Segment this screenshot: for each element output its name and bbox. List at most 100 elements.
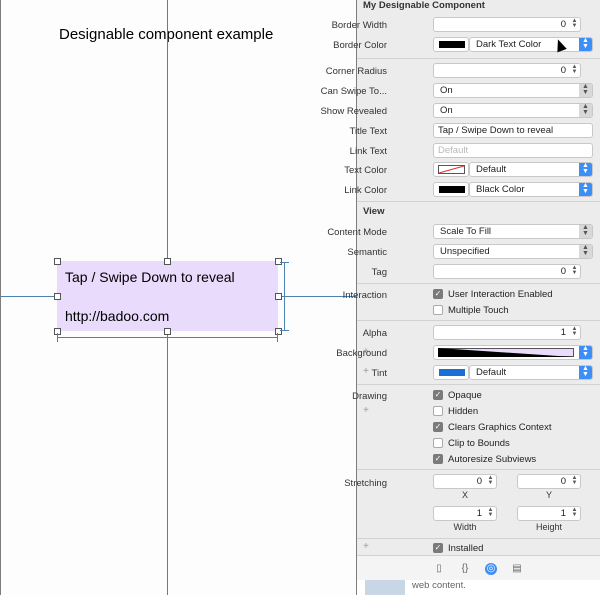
resize-handle-bottom[interactable]: [164, 328, 171, 335]
tint-value: Default: [476, 367, 507, 378]
text-color-swatch[interactable]: [433, 162, 469, 177]
link-color-swatch[interactable]: [433, 182, 469, 197]
border-width-label: Border Width: [331, 20, 387, 31]
stretching-width-stepper[interactable]: ▲ ▼: [486, 507, 495, 519]
content-mode-popup[interactable]: Scale To Fill ▲ ▼: [433, 224, 593, 239]
stretching-x-stepper[interactable]: ▲ ▼: [486, 475, 495, 487]
resize-handle-right[interactable]: [275, 293, 282, 300]
multiple-touch-checkbox[interactable]: [433, 305, 443, 315]
autoresize-checkbox[interactable]: ✓: [433, 454, 443, 464]
media-library-icon[interactable]: ▤: [511, 563, 523, 575]
library-item-row[interactable]: web content.: [357, 580, 600, 595]
alpha-stepper[interactable]: ▲ ▼: [570, 326, 579, 338]
hidden-label: Hidden: [448, 406, 479, 417]
link-text-field[interactable]: Default: [433, 143, 593, 158]
can-swipe-label: Can Swipe To...: [320, 86, 387, 97]
stretching-height-stepper[interactable]: ▲ ▼: [570, 507, 579, 519]
stretching-width-field[interactable]: 1 ▲ ▼: [433, 506, 497, 521]
stretching-height-caption: Height: [535, 522, 562, 532]
link-text-placeholder: Default: [438, 145, 469, 156]
hidden-checkbox[interactable]: [433, 406, 443, 416]
view-section-title: View: [363, 206, 385, 217]
show-revealed-value: On: [440, 105, 453, 116]
can-swipe-popup[interactable]: On ▲ ▼: [433, 83, 593, 98]
resize-handle-left[interactable]: [54, 293, 61, 300]
border-width-value: 0: [560, 19, 566, 30]
alpha-field[interactable]: 1 ▲ ▼: [433, 325, 581, 340]
text-color-label: Text Color: [344, 165, 387, 176]
border-color-popup[interactable]: Dark Text Color ▲ ▼: [469, 37, 593, 52]
divider: [357, 201, 600, 202]
file-template-icon[interactable]: ▯: [433, 563, 445, 575]
stretching-y-field[interactable]: 0 ▲ ▼: [517, 474, 581, 489]
chevron-updown-icon: ▲ ▼: [579, 224, 592, 238]
webview-thumbnail-icon: [365, 580, 405, 595]
multiple-touch-label: Multiple Touch: [448, 305, 509, 316]
chevron-updown-icon: ▲ ▼: [579, 37, 592, 51]
resize-handle-top-left[interactable]: [54, 258, 61, 265]
background-color-swatch: [438, 348, 574, 357]
clears-context-checkbox[interactable]: ✓: [433, 422, 443, 432]
content-mode-label: Content Mode: [327, 227, 387, 238]
opaque-checkbox[interactable]: ✓: [433, 390, 443, 400]
border-color-swatch[interactable]: [433, 37, 469, 52]
installed-checkbox[interactable]: ✓: [433, 543, 443, 553]
tint-popup[interactable]: Default ▲ ▼: [469, 365, 593, 380]
corner-radius-value: 0: [560, 65, 566, 76]
semantic-label: Semantic: [347, 247, 387, 258]
component-link-text: http://badoo.com: [65, 308, 170, 324]
library-item-description: web content.: [412, 580, 466, 591]
border-color-value: Dark Text Color: [476, 39, 542, 50]
stretching-height-field[interactable]: 1 ▲ ▼: [517, 506, 581, 521]
stretching-y-value: 0: [560, 476, 566, 487]
show-revealed-popup[interactable]: On ▲ ▼: [433, 103, 593, 118]
border-width-field[interactable]: 0 ▲ ▼: [433, 17, 581, 32]
link-text-label: Link Text: [349, 146, 387, 157]
plus-icon[interactable]: +: [363, 366, 369, 377]
background-label: Background: [336, 348, 387, 359]
plus-icon[interactable]: +: [363, 405, 369, 416]
corner-radius-stepper[interactable]: ▲ ▼: [570, 64, 579, 76]
stretching-label: Stretching: [344, 478, 387, 489]
tint-swatch[interactable]: [433, 365, 469, 380]
chevron-updown-icon: ▲ ▼: [579, 345, 592, 359]
tag-field[interactable]: 0 ▲ ▼: [433, 264, 581, 279]
clip-bounds-checkbox[interactable]: [433, 438, 443, 448]
designable-component[interactable]: Tap / Swipe Down to reveal http://badoo.…: [57, 261, 278, 331]
chevron-updown-icon: ▲ ▼: [579, 244, 592, 258]
semantic-value: Unspecified: [440, 246, 490, 257]
opaque-label: Opaque: [448, 390, 482, 401]
installed-label: Installed: [448, 543, 484, 554]
title-text-field[interactable]: Tap / Swipe Down to reveal: [433, 123, 593, 138]
title-text-value: Tap / Swipe Down to reveal: [438, 125, 554, 136]
height-measure-cap-top: [280, 262, 289, 263]
divider: [357, 469, 600, 470]
semantic-popup[interactable]: Unspecified ▲ ▼: [433, 244, 593, 259]
object-library-icon[interactable]: ◎: [485, 563, 497, 575]
tint-label: Tint: [371, 368, 387, 379]
corner-radius-label: Corner Radius: [325, 66, 387, 77]
chevron-updown-icon: ▲ ▼: [579, 83, 592, 97]
link-color-value: Black Color: [476, 184, 525, 195]
text-color-value: Default: [476, 164, 507, 175]
divider: [357, 283, 600, 284]
tag-stepper[interactable]: ▲ ▼: [570, 265, 579, 277]
design-canvas[interactable]: Designable component example Tap / Swipe…: [0, 0, 358, 595]
width-measure-cap-right: [277, 333, 278, 342]
stretching-x-value: 0: [476, 476, 482, 487]
text-color-popup[interactable]: Default ▲ ▼: [469, 162, 593, 177]
code-snippet-icon[interactable]: {}: [459, 563, 471, 575]
plus-icon[interactable]: +: [363, 541, 369, 552]
chevron-updown-icon: ▲ ▼: [579, 182, 592, 196]
border-width-stepper[interactable]: ▲ ▼: [570, 18, 579, 30]
stretching-x-field[interactable]: 0 ▲ ▼: [433, 474, 497, 489]
interaction-label: Interaction: [342, 290, 387, 301]
resize-handle-top[interactable]: [164, 258, 171, 265]
stretching-y-stepper[interactable]: ▲ ▼: [570, 475, 579, 487]
corner-radius-field[interactable]: 0 ▲ ▼: [433, 63, 581, 78]
attributes-inspector: My Designable Component Border Width 0 ▲…: [320, 0, 600, 595]
user-interaction-checkbox[interactable]: ✓: [433, 289, 443, 299]
link-color-popup[interactable]: Black Color ▲ ▼: [469, 182, 593, 197]
stretching-height-value: 1: [560, 508, 566, 519]
background-color-popup[interactable]: ▲ ▼: [433, 345, 593, 360]
